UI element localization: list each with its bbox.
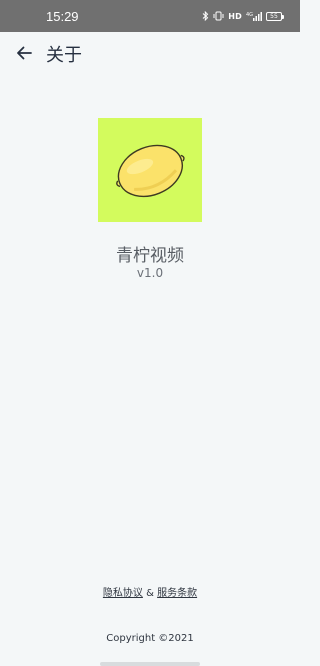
vibrate-icon — [213, 11, 224, 21]
app-logo — [98, 118, 202, 222]
svg-text:4G: 4G — [246, 12, 253, 18]
battery-icon: 55 — [266, 11, 284, 21]
copyright-text: Copyright ©2021 — [106, 633, 194, 644]
app-header: 关于 — [0, 32, 300, 76]
status-icons: HD 4G 55 — [202, 11, 284, 21]
back-button[interactable] — [0, 32, 48, 76]
app-version: v1.0 — [136, 266, 164, 280]
network-type-label: HD — [228, 11, 242, 21]
status-bar: 15:29 HD 4G 55 — [0, 0, 300, 32]
status-time: 15:29 — [46, 8, 79, 24]
home-indicator — [100, 662, 200, 666]
signal-icon: 4G — [246, 11, 262, 21]
app-name: 青柠视频 — [116, 246, 184, 266]
lemon-icon — [98, 144, 202, 226]
terms-of-service-link[interactable]: 服务条款 — [157, 588, 197, 599]
arrow-left-icon — [16, 45, 32, 64]
page-title: 关于 — [46, 45, 82, 66]
link-separator: & — [146, 588, 154, 599]
policy-links: 隐私协议 & 服务条款 — [0, 584, 300, 599]
privacy-policy-link[interactable]: 隐私协议 — [103, 588, 143, 599]
bluetooth-icon — [202, 11, 209, 21]
